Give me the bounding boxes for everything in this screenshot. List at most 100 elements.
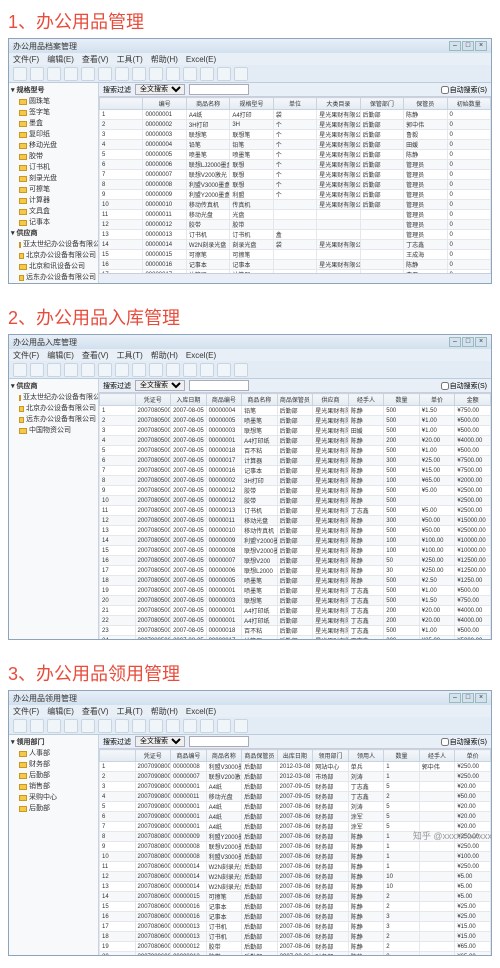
- toolbar-button[interactable]: [217, 363, 231, 377]
- table-row[interactable]: 800000008利盟V3000墨盒联想个星光果财有限公司后勤部管理员0: [100, 180, 491, 190]
- toolbar-button[interactable]: [166, 363, 180, 377]
- table-row[interactable]: 192007080500192007-08-0500000001喷墨笔后勤部星光…: [100, 586, 491, 596]
- column-header[interactable]: 商品名称: [242, 394, 278, 406]
- table-row[interactable]: 1200000012胶带胶带管理员0: [100, 220, 491, 230]
- table-row[interactable]: 420070908000400000011移动光盘后勤部2007-09-05财务…: [100, 792, 491, 802]
- auto-search-check[interactable]: 自动搜索(S): [441, 85, 487, 95]
- table-row[interactable]: 72007080500072007-08-0500000016记事本后勤部星光果…: [100, 466, 491, 476]
- table-row[interactable]: 2020070806002000000012胶带后勤部2007-08-06财务部…: [100, 952, 491, 956]
- toolbar-button[interactable]: [149, 719, 163, 733]
- toolbar-button[interactable]: [115, 719, 129, 733]
- column-header[interactable]: 商品保管员: [242, 750, 278, 762]
- tree-item[interactable]: 记事本: [11, 217, 96, 228]
- tree-item[interactable]: 亚太世纪办公设备有限公司: [11, 239, 96, 250]
- toolbar-button[interactable]: [234, 363, 248, 377]
- column-header[interactable]: 大类目录: [317, 98, 360, 110]
- table-row[interactable]: 1100000011移动光盘光盘管理员0: [100, 210, 491, 220]
- table-row[interactable]: 1300000013订书机订书机盒管理员0: [100, 230, 491, 240]
- menu-item[interactable]: 帮助(H): [151, 54, 178, 65]
- toolbar-button[interactable]: [98, 363, 112, 377]
- toolbar-button[interactable]: [30, 363, 44, 377]
- toolbar-button[interactable]: [200, 719, 214, 733]
- tree-pane-1[interactable]: ▾ 规格型号圆珠笔签字笔墨盒复印纸移动光盘胶带订书机刻录光盘可擦笔计算器文具盒记…: [9, 83, 99, 283]
- tree-item[interactable]: 亚太世纪办公设备有限公司: [11, 392, 96, 403]
- tree-item[interactable]: 后勤部: [11, 803, 96, 814]
- tree-pane-2[interactable]: ▾ 供应商亚太世纪办公设备有限公司北京办公设备有限公司远东办公设备有限公司中国物…: [9, 379, 99, 639]
- menu-item[interactable]: Excel(E): [186, 55, 216, 64]
- menu-item[interactable]: 帮助(H): [151, 706, 178, 717]
- toolbar-button[interactable]: [98, 67, 112, 81]
- toolbar-button[interactable]: [64, 67, 78, 81]
- table-row[interactable]: 162007080500162007-08-0500000007联想V200后勤…: [100, 556, 491, 566]
- table-row[interactable]: 300000003联想笔联想笔个星光果财有限公司后勤部鲁毅0: [100, 130, 491, 140]
- column-header[interactable]: 凭证号: [135, 750, 171, 762]
- table-row[interactable]: 500000005喷墨笔喷墨笔个星光果财有限公司后勤部陈静0: [100, 150, 491, 160]
- menu-item[interactable]: 查看(V): [82, 54, 109, 65]
- maximize-button[interactable]: □: [462, 41, 474, 51]
- tree-item[interactable]: 圆珠笔: [11, 96, 96, 107]
- column-header[interactable]: 商品保管员: [277, 394, 313, 406]
- table-row[interactable]: 1020070808000300000008利盟V3000墨盒后勤部2007-0…: [100, 852, 491, 862]
- table-row[interactable]: 520070908000500000001A4纸后勤部2007-08-06财务部…: [100, 802, 491, 812]
- column-header[interactable]: 规格型号: [230, 98, 273, 110]
- tree-item[interactable]: 采购中心: [11, 792, 96, 803]
- column-header[interactable]: 金额: [455, 394, 491, 406]
- menu-item[interactable]: 帮助(H): [151, 350, 178, 361]
- table-row[interactable]: 1400000014W2N刻录光盘刻录光盘袋星光果财有限公司丁志鑫0: [100, 240, 491, 250]
- toolbar-button[interactable]: [200, 363, 214, 377]
- table-row[interactable]: 1920070806001900000012胶带后勤部2007-08-06财务部…: [100, 942, 491, 952]
- table-row[interactable]: 1120070806001100000014W2N刻录光盘后勤部2007-08-…: [100, 862, 491, 872]
- column-header[interactable]: 保管员: [404, 98, 447, 110]
- filter-input[interactable]: [189, 84, 249, 95]
- table-row[interactable]: 182007080500182007-08-0500000005喷墨笔后勤部星光…: [100, 576, 491, 586]
- menu-item[interactable]: 编辑(E): [47, 350, 74, 361]
- column-header[interactable]: 初始数量: [447, 98, 491, 110]
- tree-item[interactable]: 刻录光盘: [11, 173, 96, 184]
- tree-item[interactable]: 中国物资公司: [11, 425, 96, 436]
- filter-mode-select[interactable]: 全文搜索: [135, 84, 185, 95]
- table-row[interactable]: 1620070806001600000016记事本后勤部2007-08-06财务…: [100, 912, 491, 922]
- toolbar-button[interactable]: [149, 67, 163, 81]
- menu-item[interactable]: 文件(F): [13, 54, 39, 65]
- table-row[interactable]: 242007080500242007-08-0500000017计算器后勤部星光…: [100, 636, 491, 640]
- table-row[interactable]: 202007080500202007-08-0500000003联想笔后勤部星光…: [100, 596, 491, 606]
- table-row[interactable]: 92007080500092007-08-0500000012胶带后勤部星光果财…: [100, 486, 491, 496]
- table-row[interactable]: 1220070806001200000014W2N刻录光盘后勤部2007-08-…: [100, 872, 491, 882]
- table-row[interactable]: 22007080500022007-08-0500000005喷墨笔后勤部星光果…: [100, 416, 491, 426]
- tree-root[interactable]: ▾ 供应商: [11, 228, 96, 239]
- menu-item[interactable]: 工具(T): [117, 706, 143, 717]
- filter-input[interactable]: [189, 736, 249, 747]
- table-row[interactable]: 62007080500062007-08-0500000017计算器后勤部星光果…: [100, 456, 491, 466]
- toolbar-button[interactable]: [166, 719, 180, 733]
- table-row[interactable]: 1320070806001300000014W2N刻录光盘后勤部2007-08-…: [100, 882, 491, 892]
- toolbar-button[interactable]: [200, 67, 214, 81]
- column-header[interactable]: 经手人: [348, 394, 384, 406]
- auto-search-check[interactable]: 自动搜索(S): [441, 737, 487, 747]
- tree-root[interactable]: ▾ 供应商: [11, 381, 96, 392]
- column-header[interactable]: 保管部门: [360, 98, 403, 110]
- column-header[interactable]: 入库日期: [171, 394, 207, 406]
- column-header[interactable]: 经手人: [419, 750, 455, 762]
- column-header[interactable]: [100, 394, 136, 406]
- column-header[interactable]: 单价: [419, 394, 455, 406]
- table-row[interactable]: 100000001A4纸A4打印袋星光果财有限公司后勤部陈静0: [100, 110, 491, 120]
- tree-item[interactable]: 移动光盘: [11, 140, 96, 151]
- column-header[interactable]: 供应商: [313, 394, 349, 406]
- menu-item[interactable]: 编辑(E): [47, 706, 74, 717]
- table-row[interactable]: 112007080500112007-08-0500000013订书机后勤部星光…: [100, 506, 491, 516]
- minimize-button[interactable]: –: [449, 337, 461, 347]
- menu-item[interactable]: 工具(T): [117, 350, 143, 361]
- menu-item[interactable]: 查看(V): [82, 350, 109, 361]
- tree-item[interactable]: 签字笔: [11, 107, 96, 118]
- toolbar-button[interactable]: [132, 363, 146, 377]
- toolbar-button[interactable]: [81, 719, 95, 733]
- table-row[interactable]: 12007080500012007-08-0500000004铅笔后勤部星光果财…: [100, 406, 491, 416]
- toolbar-button[interactable]: [47, 363, 61, 377]
- table-row[interactable]: 400000004铅笔铅笔个星光果财有限公司后勤部田媛0: [100, 140, 491, 150]
- toolbar-button[interactable]: [64, 719, 78, 733]
- column-header[interactable]: 单位: [273, 98, 316, 110]
- table-row[interactable]: 222007080500222007-08-0500000001A4打印纸后勤部…: [100, 616, 491, 626]
- toolbar-button[interactable]: [183, 363, 197, 377]
- tree-item[interactable]: 墨盒: [11, 118, 96, 129]
- menu-item[interactable]: Excel(E): [186, 707, 216, 716]
